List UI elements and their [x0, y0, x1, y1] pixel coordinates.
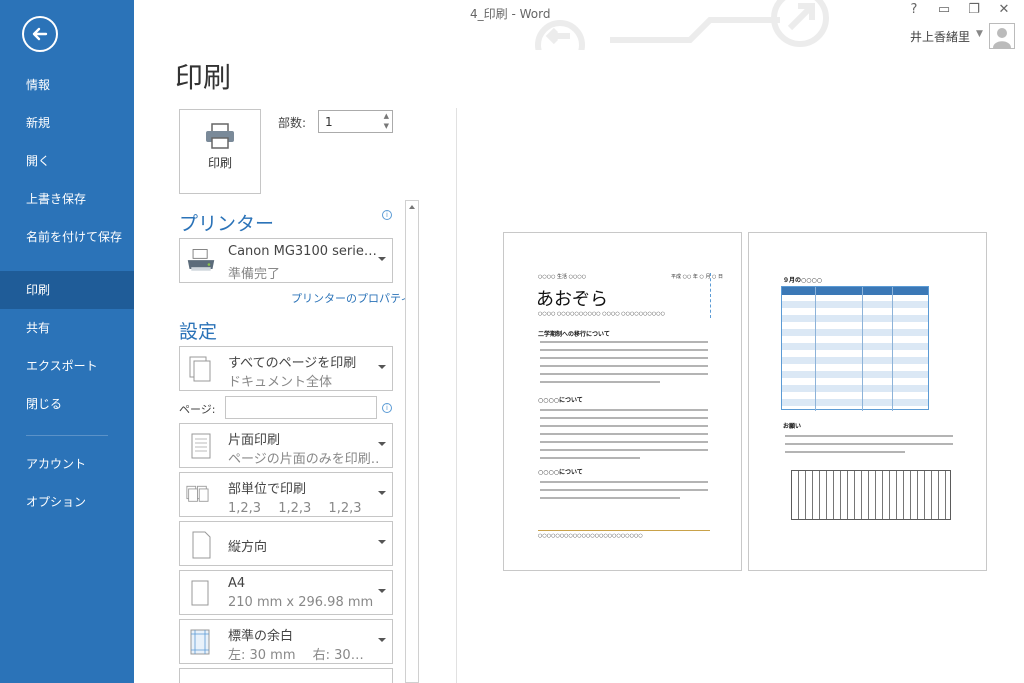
sides-desc: ページの片面のみを印刷… — [228, 452, 378, 467]
pages-icon — [189, 356, 211, 382]
sidebar-item-close[interactable]: 閉じる — [0, 385, 134, 423]
page2-heading: ９月の○○○○ — [783, 277, 822, 284]
panel-divider — [456, 108, 457, 683]
chevron-down-icon — [378, 257, 386, 261]
page-title: 印刷 — [175, 61, 232, 94]
sidebar-item-export[interactable]: エクスポート — [0, 347, 134, 385]
pages-input[interactable] — [225, 396, 377, 419]
paper-size-dropdown[interactable]: A4 210 mm x 296.98 mm — [179, 570, 393, 615]
paper-size-icon — [191, 580, 209, 606]
page1-title: あおぞら — [536, 289, 608, 310]
preview-page-1: ○○○○ 生活 ○○○○ 平成 ○○ 年 ○ 月 ○ 日 あおぞら ○○○○ ○… — [503, 232, 742, 571]
back-button[interactable] — [22, 16, 58, 52]
sidebar-item-options[interactable]: オプション — [0, 483, 134, 521]
one-sided-icon — [191, 433, 211, 459]
settings-scrollbar[interactable] — [405, 200, 419, 683]
info-icon[interactable]: i — [382, 403, 392, 413]
backstage-sidebar: 情報 新規 開く 上書き保存 名前を付けて保存 印刷 共有 エクスポート 閉じる… — [0, 0, 134, 683]
printer-name: Canon MG3100 serie… — [228, 244, 377, 259]
orientation-label: 縦方向 — [228, 540, 268, 555]
footer-rule — [538, 530, 710, 531]
print-range-desc: ドキュメント全体 — [228, 375, 333, 390]
sidebar-item-open[interactable]: 開く — [0, 142, 134, 180]
copies-stepper[interactable]: 1 ▲ ▼ — [318, 110, 393, 133]
help-icon[interactable]: ? — [906, 2, 922, 17]
print-range-label: すべてのページを印刷 — [228, 356, 357, 371]
printer-heading: プリンター — [179, 213, 275, 235]
chevron-down-icon[interactable]: ▼ — [976, 29, 983, 39]
margins-label: 標準の余白 — [228, 629, 294, 644]
close-icon[interactable]: ✕ — [996, 2, 1012, 17]
printer-dropdown[interactable]: Canon MG3100 serie… 準備完了 — [179, 238, 393, 283]
printer-properties-link[interactable]: プリンターのプロパティ — [291, 290, 411, 306]
margins-dropdown[interactable]: 標準の余白 左: 30 mm 右: 30… — [179, 619, 393, 664]
chevron-down-icon — [378, 365, 386, 369]
copies-label: 部数: — [278, 116, 307, 130]
avatar[interactable] — [989, 23, 1015, 49]
print-range-dropdown[interactable]: すべてのページを印刷 ドキュメント全体 — [179, 346, 393, 391]
background-decoration — [535, 0, 829, 50]
collate-desc: 1,2,3 1,2,3 1,2,3 — [228, 501, 362, 516]
chevron-down-icon — [378, 638, 386, 642]
window-title: 4_印刷 - Word — [470, 7, 551, 21]
margins-desc: 左: 30 mm 右: 30… — [228, 648, 364, 663]
page1-footer: ○○○○○○○○○○○○○○○○○○○○○○○○ — [538, 533, 643, 539]
page1-section-1: 二学期制への移行について — [538, 331, 610, 338]
paper-size-desc: 210 mm x 296.98 mm — [228, 595, 374, 610]
printer-status: 準備完了 — [228, 267, 281, 282]
schedule-table — [781, 286, 929, 411]
restore-icon[interactable]: ❐ — [966, 2, 982, 17]
chevron-down-icon — [378, 442, 386, 446]
chevron-down-icon — [378, 589, 386, 593]
page-setup-dropdown[interactable] — [179, 668, 393, 683]
pages-label: ページ: — [179, 403, 216, 416]
print-button-label: 印刷 — [207, 156, 232, 170]
sidebar-divider — [26, 435, 108, 436]
paper-size-label: A4 — [228, 576, 246, 591]
sidebar-item-share[interactable]: 共有 — [0, 309, 134, 347]
orientation-dropdown[interactable]: 縦方向 — [179, 521, 393, 566]
user-name[interactable]: 井上香緒里 — [910, 28, 970, 45]
page1-subtitle: ○○○○ ○○○○○○○○○○ ○○○○ ○○○○○○○○○○ — [538, 311, 665, 317]
sidebar-item-print[interactable]: 印刷 — [0, 271, 134, 309]
settings-heading: 設定 — [179, 321, 218, 343]
page1-header-left: ○○○○ 生活 ○○○○ — [538, 274, 587, 280]
chevron-down-icon — [378, 540, 386, 544]
vertical-text-box — [791, 470, 951, 520]
sidebar-item-account[interactable]: アカウント — [0, 445, 134, 483]
back-arrow-icon — [32, 27, 48, 41]
sidebar-item-new[interactable]: 新規 — [0, 104, 134, 142]
page1-header-right: 平成 ○○ 年 ○ 月 ○ 日 — [671, 274, 723, 280]
portrait-icon — [192, 531, 211, 559]
sides-label: 片面印刷 — [228, 433, 281, 448]
spin-up-icon[interactable]: ▲ — [384, 112, 389, 120]
collate-label: 部単位で印刷 — [228, 482, 307, 497]
printer-device-icon — [187, 249, 215, 271]
chevron-down-icon — [378, 491, 386, 495]
preview-page-2: ９月の○○○○ お願い — [748, 232, 987, 571]
sides-dropdown[interactable]: 片面印刷 ページの片面のみを印刷… — [179, 423, 393, 468]
sidebar-item-save[interactable]: 上書き保存 — [0, 180, 134, 218]
window-controls: ? ▭ ❐ ✕ — [906, 2, 1012, 17]
collate-dropdown[interactable]: 部単位で印刷 1,2,3 1,2,3 1,2,3 — [179, 472, 393, 517]
printer-icon — [206, 123, 234, 149]
sidebar-item-info[interactable]: 情報 — [0, 66, 134, 104]
print-button[interactable]: 印刷 — [179, 109, 261, 194]
page1-section-3: ○○○○について — [538, 469, 583, 476]
scroll-up-icon[interactable] — [409, 205, 415, 209]
page1-section-2: ○○○○について — [538, 397, 583, 404]
spin-down-icon[interactable]: ▼ — [384, 122, 389, 130]
info-icon[interactable]: i — [382, 210, 392, 220]
sidebar-item-save-as[interactable]: 名前を付けて保存 — [0, 226, 122, 270]
ribbon-display-icon[interactable]: ▭ — [936, 2, 952, 17]
page2-section: お願い — [783, 423, 802, 430]
margins-icon — [190, 629, 210, 655]
text-box-border — [710, 273, 711, 318]
copies-value: 1 — [325, 115, 333, 129]
collate-icon — [186, 485, 209, 502]
